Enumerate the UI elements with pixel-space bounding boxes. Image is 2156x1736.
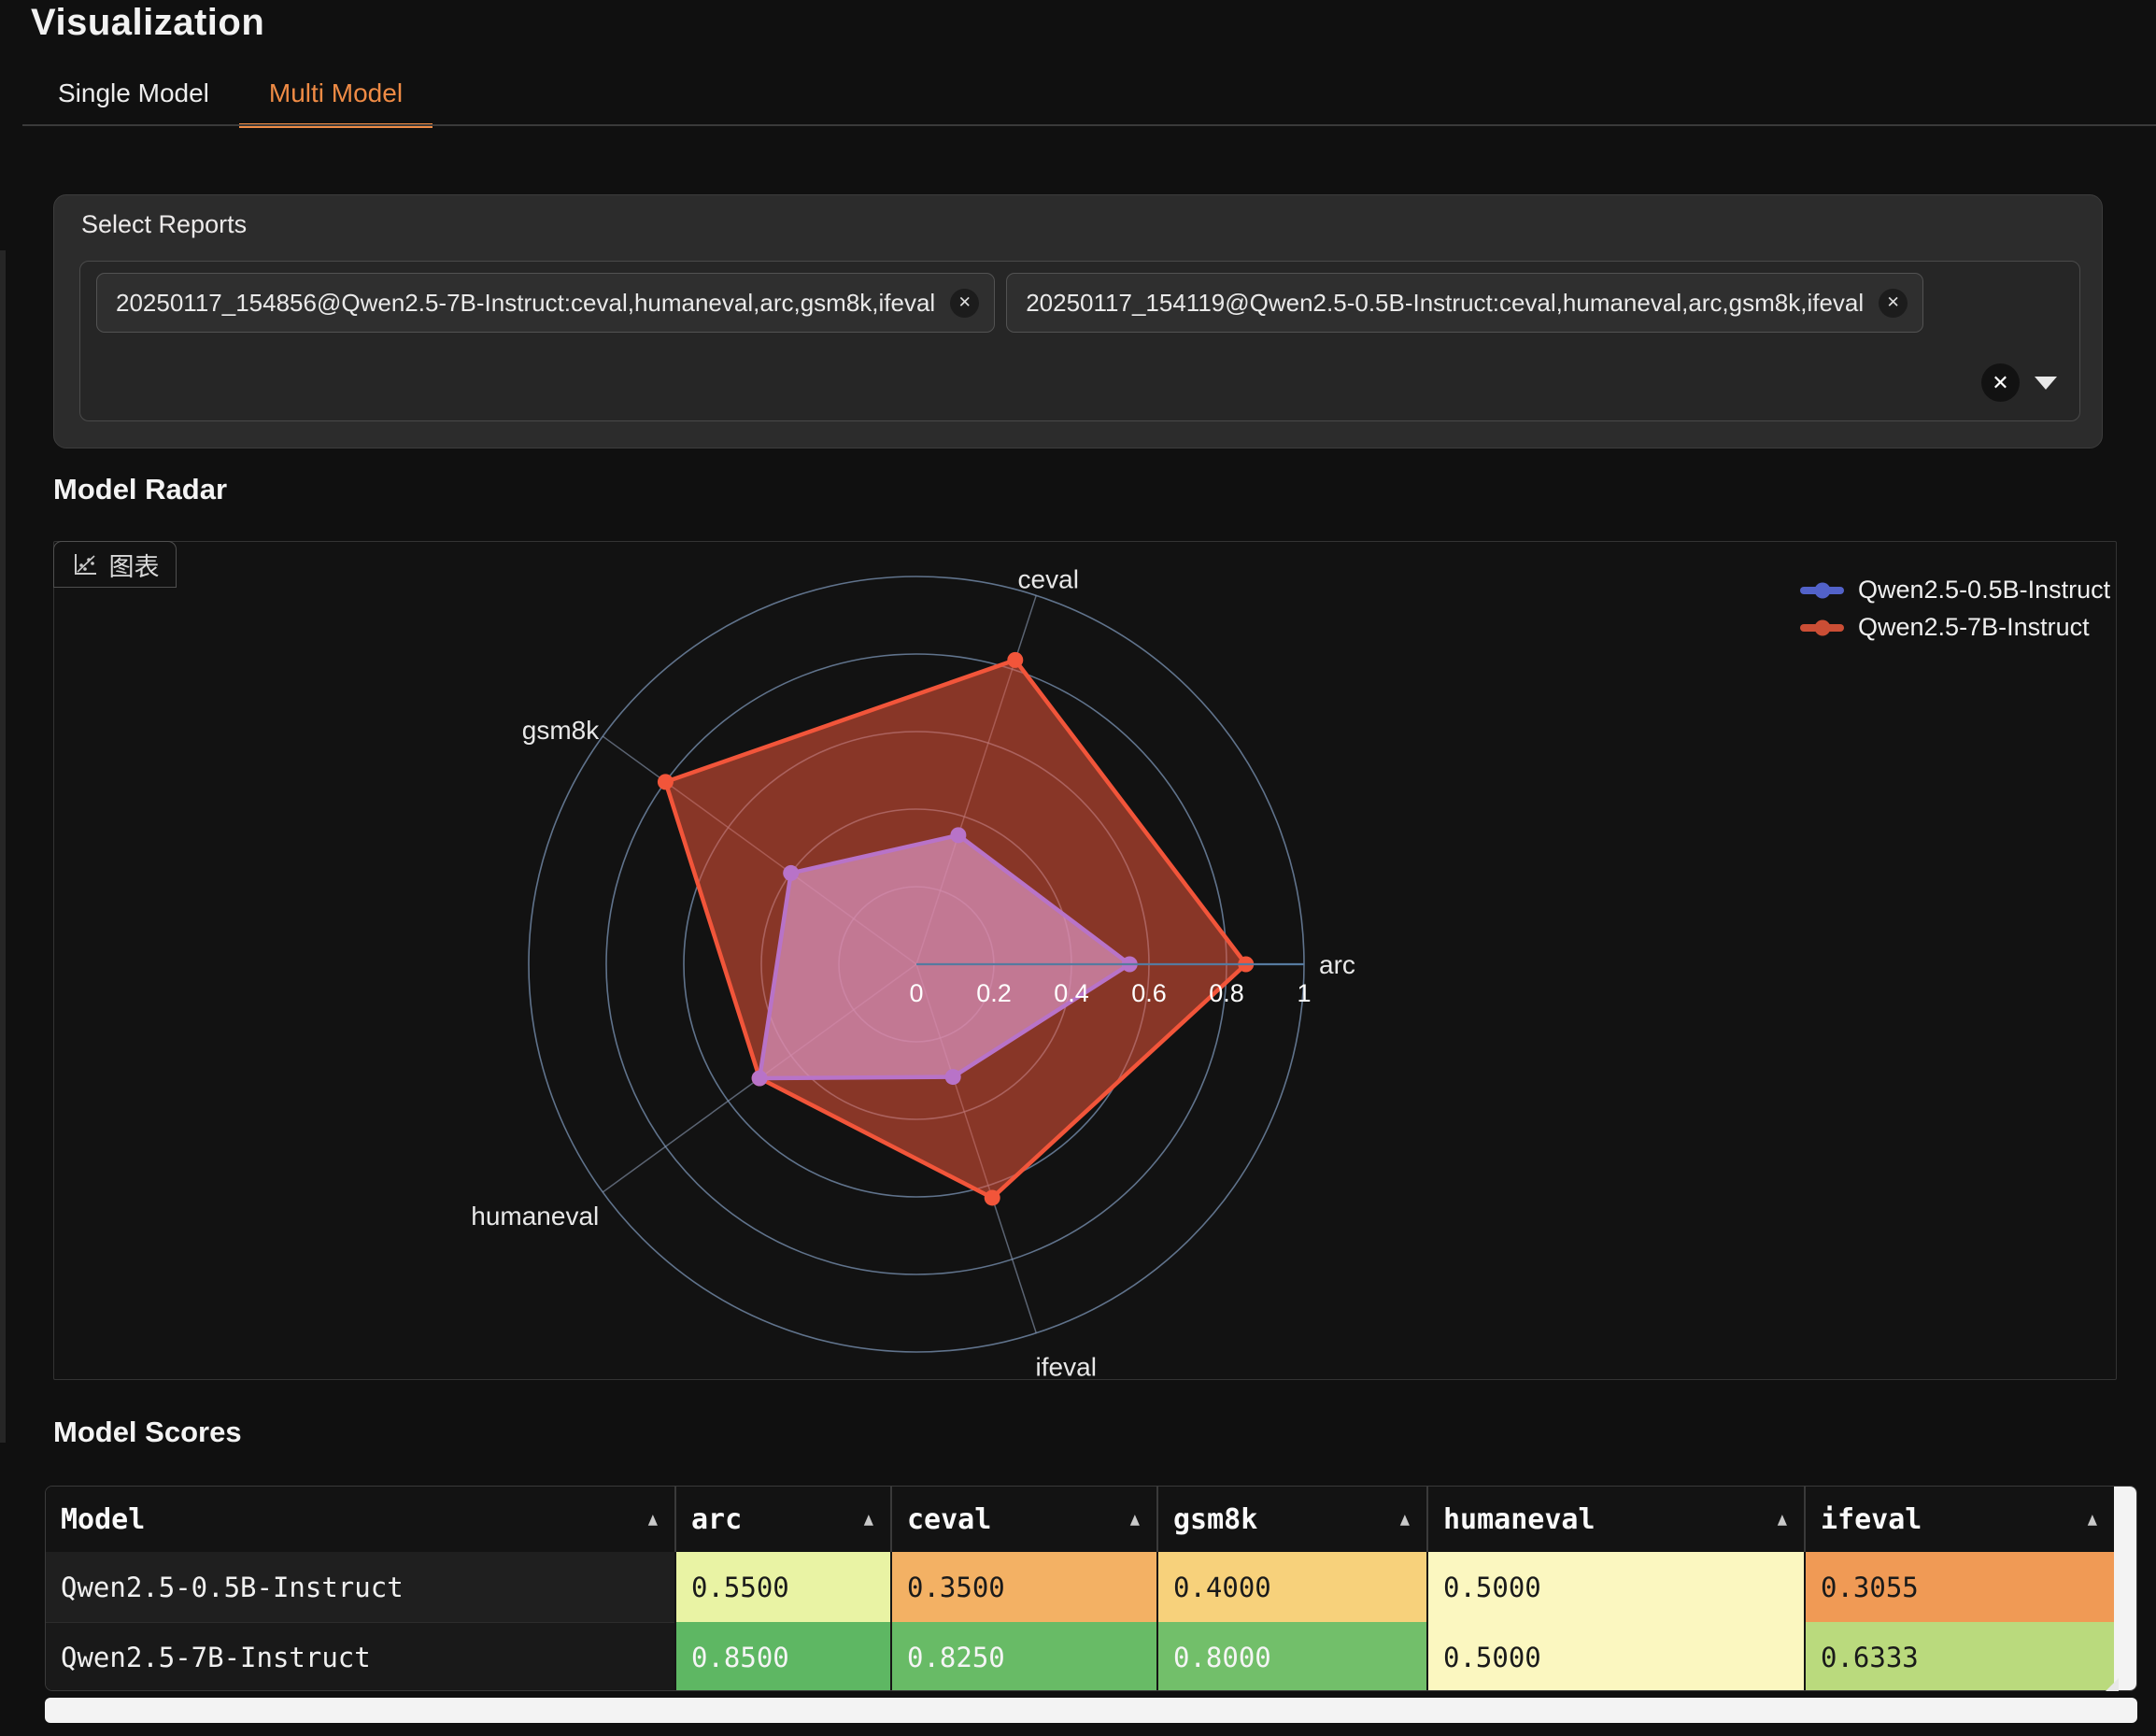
sort-asc-icon[interactable]: ▲ <box>2088 1509 2097 1530</box>
radar-axis-label: ifeval <box>1036 1353 1097 1378</box>
score-cell-ifeval: 0.6333 <box>1804 1622 2114 1691</box>
column-header-label: arc <box>691 1503 742 1536</box>
score-cell-humaneval: 0.5000 <box>1426 1622 1804 1691</box>
radar-tick-label: 0 <box>909 979 923 1007</box>
score-cell-arc: 0.8500 <box>674 1622 890 1691</box>
tab-divider <box>22 124 2156 126</box>
scatter-chart-icon <box>71 550 99 578</box>
legend-label: Qwen2.5-7B-Instruct <box>1858 613 2090 642</box>
score-cell-arc: 0.5500 <box>674 1552 890 1622</box>
score-cell-humaneval: 0.5000 <box>1426 1552 1804 1622</box>
radar-tick-label: 0.6 <box>1131 979 1167 1007</box>
column-header-Model[interactable]: Model ▲ <box>46 1487 674 1552</box>
sort-asc-icon[interactable]: ▲ <box>1400 1509 1410 1530</box>
radar-chart: 0 0.2 0.4 0.6 0.8 1 arc ceval gsm8k humaneval ifev… <box>54 542 2115 1378</box>
radar-chart-panel: 0 0.2 0.4 0.6 0.8 1 arc ceval gsm8k humaneval ifev… <box>53 541 2117 1380</box>
radar-tick-label: 0.2 <box>976 979 1012 1007</box>
chip-remove-icon[interactable]: ✕ <box>950 289 979 318</box>
select-reports-label: Select Reports <box>81 210 247 239</box>
sort-asc-icon[interactable]: ▲ <box>1130 1509 1140 1530</box>
column-header-gsm8k[interactable]: gsm8k ▲ <box>1156 1487 1426 1552</box>
model-name-cell: Qwen2.5-7B-Instruct <box>46 1622 674 1691</box>
page-title: Visualization <box>31 2 264 44</box>
tab-single-model[interactable]: Single Model <box>28 78 239 128</box>
column-header-arc[interactable]: arc ▲ <box>674 1487 890 1552</box>
score-cell-ceval: 0.8250 <box>890 1622 1156 1691</box>
score-cell-gsm8k: 0.8000 <box>1156 1622 1426 1691</box>
legend-marker-icon <box>1800 624 1844 632</box>
report-chip-label: 20250117_154119@Qwen2.5-0.5B-Instruct:ce… <box>1026 289 1864 318</box>
model-scores-table: Model ▲ arc ▲ ceval ▲ gsm8k ▲ humaneval ▲ ifeval ▲ Q… <box>45 1486 2137 1691</box>
radar-axis-label: arc <box>1319 950 1355 979</box>
score-cell-gsm8k: 0.4000 <box>1156 1552 1426 1622</box>
report-chip-label: 20250117_154856@Qwen2.5-7B-Instruct:ceva… <box>116 289 935 318</box>
report-chip[interactable]: 20250117_154119@Qwen2.5-0.5B-Instruct:ce… <box>1006 273 1923 333</box>
reports-multiselect[interactable]: 20250117_154856@Qwen2.5-7B-Instruct:ceva… <box>79 261 2080 421</box>
column-header-label: ifeval <box>1821 1503 1922 1536</box>
radar-data-point <box>783 865 799 881</box>
chart-tab-label: 图表 <box>109 547 160 583</box>
chart-tab[interactable]: 图表 <box>53 541 177 588</box>
radar-data-point <box>1007 652 1023 668</box>
left-edge-panel <box>0 250 6 1443</box>
radar-axis-label: ceval <box>1018 564 1079 593</box>
radar-tick-label: 1 <box>1297 979 1311 1007</box>
column-header-ceval[interactable]: ceval ▲ <box>890 1487 1156 1552</box>
page: Visualization Single Model Multi Model S… <box>0 0 2156 1736</box>
radar-data-point <box>752 1070 768 1086</box>
legend-item[interactable]: Qwen2.5-7B-Instruct <box>1800 613 2110 642</box>
vertical-scrollbar[interactable] <box>2114 1487 2137 1691</box>
clear-all-icon[interactable]: ✕ <box>1981 363 2020 402</box>
radar-axis-label: humaneval <box>471 1202 599 1231</box>
column-header-label: humaneval <box>1443 1503 1596 1536</box>
chip-remove-icon[interactable]: ✕ <box>1879 289 1908 318</box>
radar-tick-label: 0.4 <box>1054 979 1089 1007</box>
column-header-ifeval[interactable]: ifeval ▲ <box>1804 1487 2114 1552</box>
column-header-humaneval[interactable]: humaneval ▲ <box>1426 1487 1804 1552</box>
legend-marker-icon <box>1800 587 1844 594</box>
tab-multi-model[interactable]: Multi Model <box>239 78 433 128</box>
radar-data-point <box>945 1069 961 1085</box>
sort-asc-icon[interactable]: ▲ <box>864 1509 873 1530</box>
legend-item[interactable]: Qwen2.5-0.5B-Instruct <box>1800 576 2110 605</box>
multiselect-controls: ✕ <box>1981 363 2057 402</box>
radar-axis-label: gsm8k <box>522 716 600 745</box>
caret-down-icon[interactable] <box>2035 377 2057 390</box>
model-scores-heading: Model Scores <box>53 1416 242 1449</box>
radar-data-point <box>658 774 674 790</box>
report-chip[interactable]: 20250117_154856@Qwen2.5-7B-Instruct:ceva… <box>96 273 995 333</box>
chart-legend: Qwen2.5-0.5B-Instruct Qwen2.5-7B-Instruct <box>1800 576 2110 642</box>
radar-data-point <box>950 827 966 843</box>
legend-label: Qwen2.5-0.5B-Instruct <box>1858 576 2110 605</box>
select-reports-panel: Select Reports 20250117_154856@Qwen2.5-7… <box>53 194 2103 448</box>
radar-data-point <box>985 1189 1000 1205</box>
model-radar-heading: Model Radar <box>53 473 227 506</box>
horizontal-scrollbar[interactable] <box>45 1698 2137 1723</box>
column-header-label: ceval <box>907 1503 991 1536</box>
column-header-label: Model <box>61 1503 145 1536</box>
score-cell-ifeval: 0.3055 <box>1804 1552 2114 1622</box>
sort-asc-icon[interactable]: ▲ <box>648 1509 658 1530</box>
sort-asc-icon[interactable]: ▲ <box>1778 1509 1787 1530</box>
radar-tick-label: 0.8 <box>1209 979 1244 1007</box>
score-cell-ceval: 0.3500 <box>890 1552 1156 1622</box>
table-resize-handle[interactable] <box>2106 1678 2119 1691</box>
model-name-cell: Qwen2.5-0.5B-Instruct <box>46 1552 674 1622</box>
column-header-label: gsm8k <box>1173 1503 1257 1536</box>
selected-report-chips: 20250117_154856@Qwen2.5-7B-Instruct:ceva… <box>96 273 2064 333</box>
tab-bar: Single Model Multi Model <box>28 78 433 128</box>
